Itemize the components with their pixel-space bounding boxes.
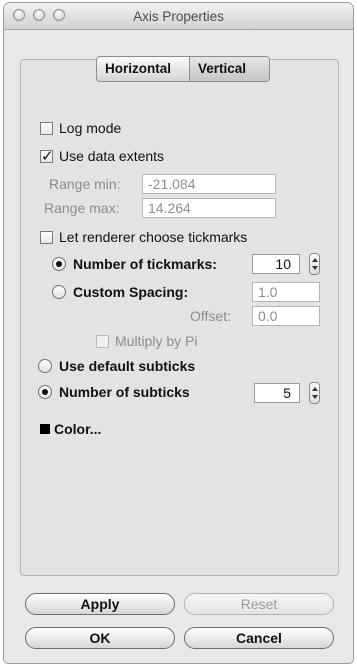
tab-vertical[interactable]: Vertical [189, 57, 269, 81]
num-tickmarks-option[interactable]: Number of tickmarks: [52, 256, 217, 272]
default-subticks-option[interactable]: Use default subticks [38, 358, 195, 374]
axis-tabs: Horizontal Vertical [96, 56, 270, 82]
custom-spacing-field[interactable]: 1.0 [252, 282, 320, 302]
color-button[interactable]: Color... [40, 421, 101, 437]
default-subticks-radio[interactable] [38, 359, 52, 373]
stepper-up-icon[interactable] [312, 258, 318, 262]
multiply-pi-option[interactable]: Multiply by Pi [96, 333, 197, 349]
apply-button[interactable]: Apply [25, 593, 175, 615]
let-renderer-option[interactable]: Let renderer choose tickmarks [40, 229, 247, 245]
use-data-extents-checkbox[interactable] [40, 147, 54, 165]
custom-spacing-radio[interactable] [52, 285, 66, 299]
num-subticks-stepper[interactable] [309, 382, 320, 404]
title-bar: Axis Properties [4, 3, 353, 30]
stepper-down-icon[interactable] [312, 395, 318, 399]
num-tickmarks-label: Number of tickmarks: [73, 256, 217, 272]
stepper-up-icon[interactable] [312, 387, 318, 391]
offset-row: Offset: [190, 308, 231, 324]
reset-button[interactable]: Reset [184, 593, 334, 615]
let-renderer-label: Let renderer choose tickmarks [59, 229, 248, 245]
range-max-field[interactable]: 14.264 [142, 198, 276, 218]
cancel-button[interactable]: Cancel [184, 627, 334, 649]
custom-spacing-option[interactable]: Custom Spacing: [52, 284, 188, 300]
multiply-pi-checkbox[interactable] [96, 334, 109, 348]
offset-label: Offset: [190, 308, 231, 324]
custom-spacing-label: Custom Spacing: [73, 284, 189, 300]
color-swatch [40, 424, 50, 434]
use-data-extents-option[interactable]: Use data extents [40, 147, 165, 165]
num-tickmarks-stepper[interactable] [309, 253, 320, 275]
range-min-label: Range min: [49, 176, 121, 192]
range-max-label: Range max: [44, 200, 120, 216]
ok-button[interactable]: OK [25, 627, 175, 649]
let-renderer-checkbox[interactable] [40, 230, 53, 244]
stepper-down-icon[interactable] [312, 266, 318, 270]
num-subticks-field[interactable]: 5 [254, 383, 300, 403]
range-min-row: Range min: [49, 176, 121, 192]
offset-field[interactable]: 0.0 [252, 306, 320, 326]
color-label: Color... [54, 421, 102, 437]
tab-horizontal[interactable]: Horizontal [97, 57, 189, 81]
num-tickmarks-radio[interactable] [52, 257, 66, 271]
range-min-field[interactable]: -21.084 [142, 174, 276, 194]
multiply-pi-label: Multiply by Pi [115, 333, 198, 349]
num-subticks-radio[interactable] [38, 385, 52, 399]
axis-properties-window: Axis Properties Horizontal Vertical Log … [4, 3, 353, 663]
window-title: Axis Properties [133, 9, 224, 24]
log-mode-label: Log mode [59, 120, 122, 136]
num-tickmarks-field[interactable]: 10 [252, 254, 300, 274]
use-data-extents-label: Use data extents [59, 148, 165, 164]
default-subticks-label: Use default subticks [59, 358, 196, 374]
range-max-row: Range max: [44, 200, 119, 216]
num-subticks-option[interactable]: Number of subticks [38, 384, 190, 400]
log-mode-checkbox[interactable] [40, 121, 53, 135]
num-subticks-label: Number of subticks [59, 384, 190, 400]
log-mode-option[interactable]: Log mode [40, 120, 121, 136]
